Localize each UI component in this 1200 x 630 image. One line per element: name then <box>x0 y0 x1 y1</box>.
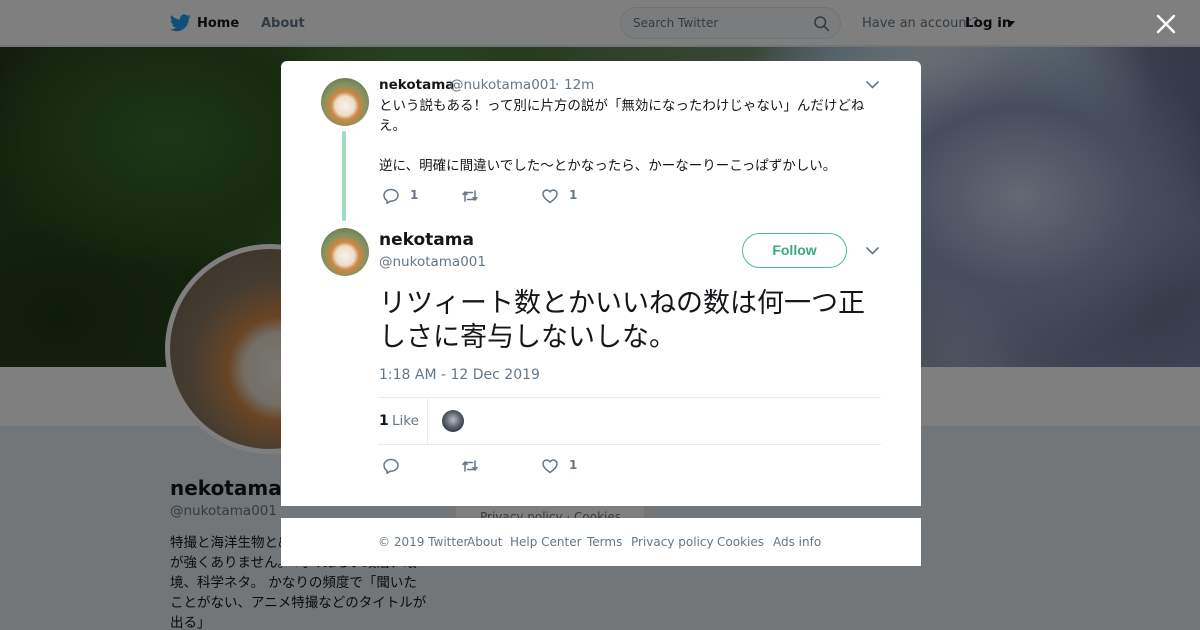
tweet-modal: nekotama @nukotama001 · 12m という説もある！って別に… <box>281 61 921 506</box>
likes-label[interactable]: Like <box>392 413 419 429</box>
reply-icon <box>383 188 399 204</box>
main-tweet-date[interactable]: 1:18 AM - 12 Dec 2019 <box>379 367 540 383</box>
parent-tweet-avatar[interactable] <box>321 78 369 126</box>
footer-terms-link[interactable]: Terms <box>587 535 622 549</box>
liker-avatar[interactable] <box>442 410 464 432</box>
main-tweet-text: リツィート数とかいいねの数は何一つ正しさに寄与しないしな。 <box>379 288 865 353</box>
reply-icon <box>383 458 399 474</box>
heart-icon <box>542 459 558 474</box>
retweet-icon <box>462 190 478 202</box>
main-tweet-name[interactable]: nekotama <box>379 230 474 250</box>
chevron-down-icon[interactable] <box>866 247 879 255</box>
main-tweet-avatar[interactable] <box>321 228 369 276</box>
follow-button[interactable]: Follow <box>742 233 847 268</box>
parent-reply-count: 1 <box>410 188 419 202</box>
footer-help-link[interactable]: Help Center <box>510 535 582 549</box>
chevron-down-icon[interactable] <box>866 81 879 89</box>
main-tweet-handle[interactable]: @nukotama001 <box>379 254 486 270</box>
parent-tweet-paragraph: という説もある！って別に片方の説が「無効になったわけじゃない」んだけどねえ。 <box>379 98 865 134</box>
modal-footer: © 2019 Twitter About Help Center Terms P… <box>281 518 921 566</box>
retweet-icon <box>462 460 478 472</box>
main-like-count: 1 <box>569 458 578 472</box>
footer-cookies-link[interactable]: Cookies <box>717 535 764 549</box>
footer-copyright: © 2019 Twitter <box>378 535 469 549</box>
tweet-stats-bar: 1 Like <box>378 397 881 445</box>
parent-tweet-name[interactable]: nekotama <box>379 77 454 93</box>
parent-tweet-separator: · <box>555 77 560 93</box>
parent-tweet-text: という説もある！って別に片方の説が「無効になったわけじゃない」んだけどねえ。 逆… <box>379 96 881 176</box>
parent-like-count: 1 <box>569 188 578 202</box>
stats-divider <box>427 398 428 445</box>
thread-connector-line <box>342 131 346 221</box>
parent-tweet-handle[interactable]: @nukotama001 <box>450 77 557 93</box>
parent-tweet-paragraph: 逆に、明確に間違いでした～とかなったら、かーなーりーこっぱずかしい。 <box>379 158 837 174</box>
close-icon[interactable] <box>1155 13 1177 35</box>
footer-about-link[interactable]: About <box>467 535 502 549</box>
heart-icon <box>542 189 558 204</box>
likes-number[interactable]: 1 <box>379 413 389 429</box>
footer-ads-link[interactable]: Ads info <box>773 535 821 549</box>
parent-tweet-time[interactable]: 12m <box>564 77 594 93</box>
footer-privacy-link[interactable]: Privacy policy <box>631 535 714 549</box>
